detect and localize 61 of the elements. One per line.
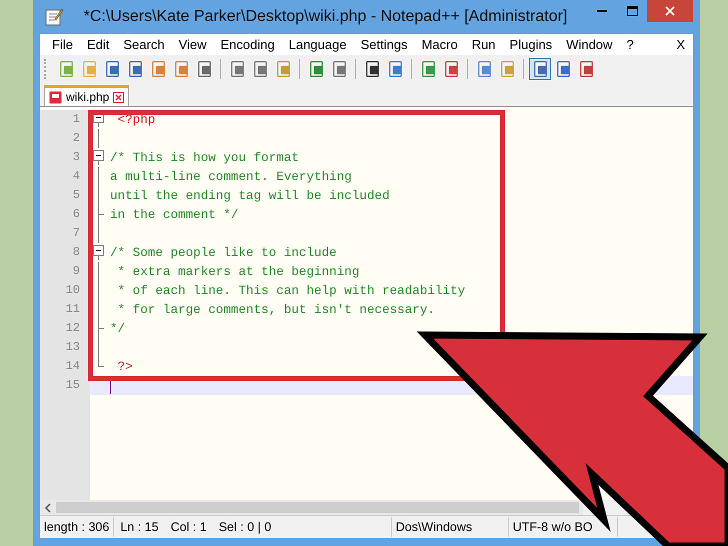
window-title: *C:\Users\Kate Parker\Desktop\wiki.php - Notepad++ [Administrator] (82, 8, 568, 26)
menu-item[interactable]: Macro (416, 37, 466, 52)
status-text: Col : 1 (170, 520, 208, 534)
close-button[interactable] (647, 0, 693, 22)
code-line: * extra markers at the beginning (116, 264, 360, 278)
line-number: 2 (40, 129, 90, 148)
file-icon (49, 90, 62, 104)
menu-item[interactable]: File (46, 37, 81, 52)
menu-item[interactable]: Run (466, 37, 504, 52)
close-document-button[interactable]: X (676, 37, 693, 52)
line-number: 10 (40, 281, 90, 300)
status-text: Dos\Windows (392, 517, 509, 537)
menu-item[interactable]: Plugins (504, 37, 560, 52)
menu-item[interactable]: View (172, 37, 215, 52)
status-text: length : 306 (40, 517, 114, 537)
horizontal-scrollbar[interactable] (40, 500, 583, 515)
code-line: */ (110, 322, 126, 336)
scrollbar-thumb[interactable] (56, 502, 579, 513)
menu-item[interactable]: Language (282, 37, 355, 52)
menu-item[interactable]: Encoding (214, 37, 283, 52)
code-line: a multi-line comment. Everything (110, 170, 352, 184)
code-line: /* This is how you format (110, 150, 299, 164)
fold-toggle-icon[interactable] (92, 150, 104, 165)
scroll-left-icon[interactable] (44, 502, 52, 512)
code-line: <?php (116, 112, 156, 126)
menu-item[interactable]: Edit (80, 37, 118, 52)
fold-toggle-icon[interactable] (92, 245, 104, 260)
line-number: 9 (40, 262, 90, 281)
line-number: 13 (40, 338, 90, 357)
line-number: 6 (40, 205, 90, 224)
status-text: Ln : 15 (119, 520, 160, 534)
fold-end-icon (98, 319, 104, 338)
line-number: 7 (40, 224, 90, 243)
line-number: 11 (40, 300, 90, 319)
minimize-icon (597, 10, 607, 12)
code-line: ?> (116, 360, 133, 374)
document-tab[interactable]: wiki.php (44, 85, 130, 106)
line-number: 4 (40, 167, 90, 186)
code-line: until the ending tag will be included (110, 188, 390, 202)
close-tab-icon[interactable] (113, 92, 124, 102)
code-line: /* Some people like to include (110, 246, 337, 260)
code-line: * of each line. This can help with readability (116, 284, 466, 298)
menu-item[interactable]: ? (620, 37, 642, 52)
status-text: Sel : 0 | 0 (212, 517, 392, 537)
line-number: 3 (40, 148, 90, 167)
line-number: 12 (40, 319, 90, 338)
line-number: 1 (40, 110, 90, 129)
close-icon (665, 6, 675, 16)
menu-item[interactable]: Search (117, 37, 173, 52)
line-number: 5 (40, 186, 90, 205)
notepad-icon (44, 7, 64, 27)
fold-end-icon (98, 205, 104, 224)
fold-end-icon (98, 357, 104, 367)
line-number: 8 (40, 243, 90, 262)
code-line: in the comment */ (110, 208, 238, 222)
menu-item[interactable]: Settings (354, 37, 416, 52)
code-line: * for large comments, but isn't necessary. (116, 302, 435, 316)
menu-item[interactable]: Window (560, 37, 620, 52)
line-number: 14 (40, 357, 90, 376)
line-number: 15 (40, 376, 90, 395)
maximize-icon (626, 6, 638, 16)
